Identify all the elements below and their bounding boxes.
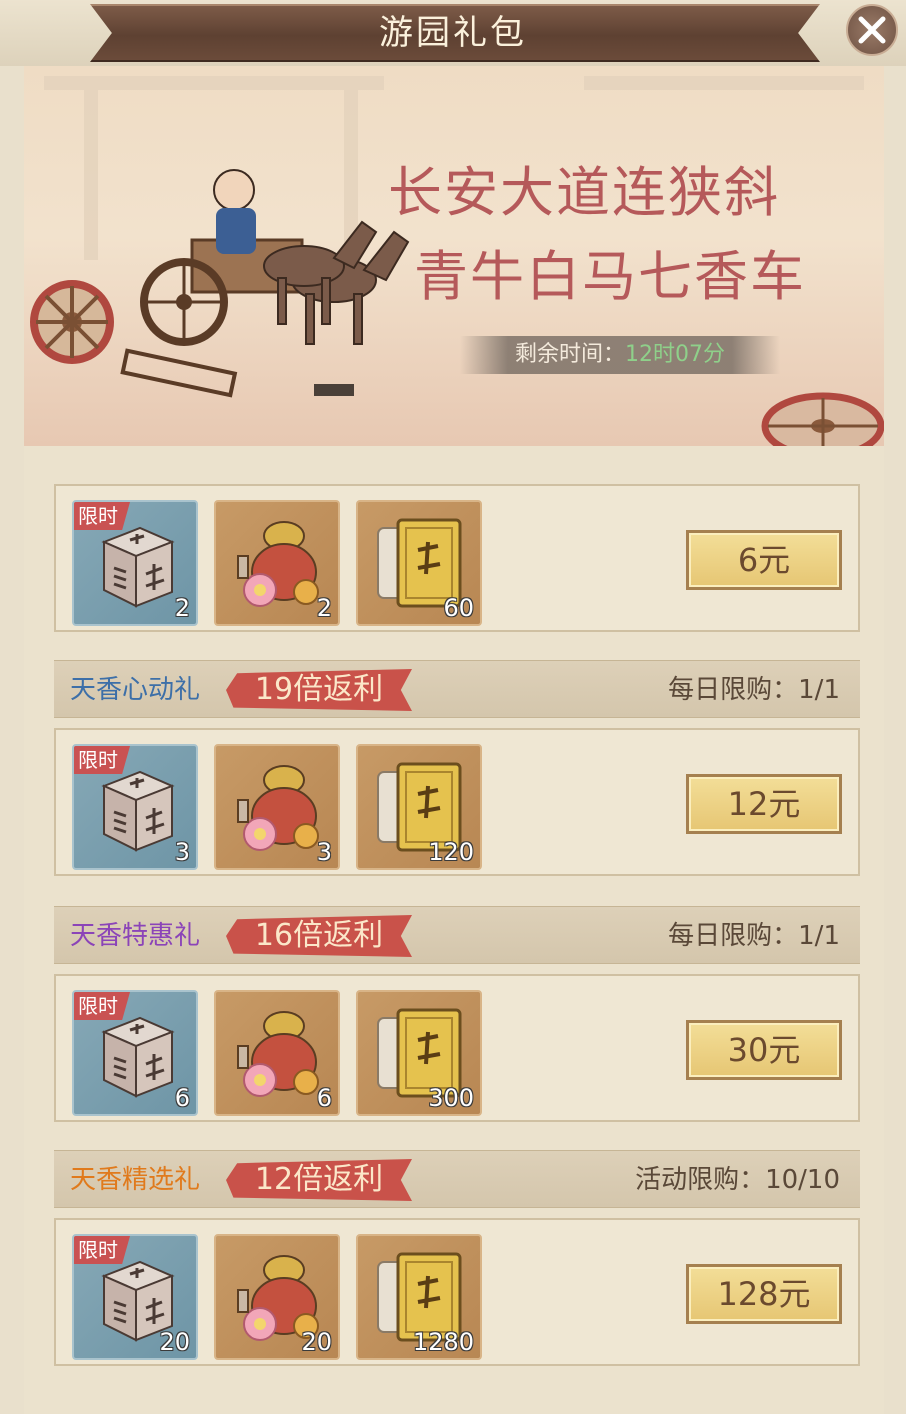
window-title: 游园礼包 [379,13,527,53]
reward-item[interactable]: 1280 [356,1234,482,1360]
rebate-ribbon: 12倍返利 [226,1159,412,1201]
banner-poem-line-2: 青牛白马七香车 [414,245,806,308]
pack-header: 天香特惠礼 16倍返利 每日限购：1/1 [54,906,860,964]
reward-item[interactable]: 120 [356,744,482,870]
flower-bag-icon [237,1011,319,1097]
wheel-decoration [761,392,884,446]
purchase-limit: 活动限购：10/10 [635,1165,840,1195]
reward-item[interactable]: 限时 6 [72,990,198,1116]
item-count: 1280 [412,1328,474,1356]
reward-item[interactable]: 3 [214,744,340,870]
buy-button[interactable]: 128元 [686,1264,842,1324]
item-count: 3 [174,838,190,866]
title-bar: 游园礼包 [0,0,906,66]
limited-time-tag: 限时 [74,502,130,530]
banner-poem-line-1: 长安大道连狭斜 [388,161,780,224]
item-count: 2 [174,594,190,622]
pack-header: 天香精选礼 12倍返利 活动限购：10/10 [54,1150,860,1208]
buy-button[interactable]: 6元 [686,530,842,590]
item-count: 20 [159,1328,190,1356]
item-count: 2 [316,594,332,622]
pack-row: 限时 2 2 60 6元 [54,484,860,632]
limited-time-tag: 限时 [74,746,130,774]
rebate-ribbon: 19倍返利 [226,669,412,711]
close-button[interactable] [846,4,898,56]
pack-name: 天香精选礼 [70,1165,201,1195]
reward-item[interactable]: 6 [214,990,340,1116]
item-count: 6 [174,1084,190,1112]
pack-name: 天香特惠礼 [70,921,201,951]
purchase-limit: 每日限购：1/1 [668,921,840,951]
close-icon [858,16,886,44]
item-count: 120 [428,838,474,866]
item-count: 60 [443,594,474,622]
pack-row: 限时 20 20 1280 128元 [54,1218,860,1366]
item-count: 3 [316,838,332,866]
reward-item[interactable]: 限时 20 [72,1234,198,1360]
reward-item[interactable]: 2 [214,500,340,626]
pack-name: 天香心动礼 [70,675,201,705]
buy-button[interactable]: 12元 [686,774,842,834]
event-banner: 长安大道连狭斜 青牛白马七香车 剩余时间：12时07分 [24,66,884,446]
item-count: 300 [428,1084,474,1112]
flower-bag-icon [237,521,319,607]
limited-time-tag: 限时 [74,1236,130,1264]
item-count: 6 [316,1084,332,1112]
limited-time-tag: 限时 [74,992,130,1020]
item-count: 20 [301,1328,332,1356]
remaining-time-value: 12时07分 [625,342,725,367]
buy-button[interactable]: 30元 [686,1020,842,1080]
reward-item[interactable]: 限时 3 [72,744,198,870]
rebate-ribbon: 16倍返利 [226,915,412,957]
remaining-time: 剩余时间：12时07分 [460,336,780,374]
pack-row: 限时 3 3 120 12元 [54,728,860,876]
purchase-limit: 每日限购：1/1 [668,675,840,705]
background-roof [584,76,864,90]
remaining-time-label: 剩余时间： [514,342,625,367]
carriage-illustration [30,169,410,398]
pack-row: 限时 6 6 300 30元 [54,974,860,1122]
reward-item[interactable]: 20 [214,1234,340,1360]
pack-header: 天香心动礼 19倍返利 每日限购：1/1 [54,660,860,718]
reward-item[interactable]: 300 [356,990,482,1116]
background-roof [44,76,384,90]
reward-item[interactable]: 60 [356,500,482,626]
flower-bag-icon [237,765,319,851]
reward-item[interactable]: 限时 2 [72,500,198,626]
